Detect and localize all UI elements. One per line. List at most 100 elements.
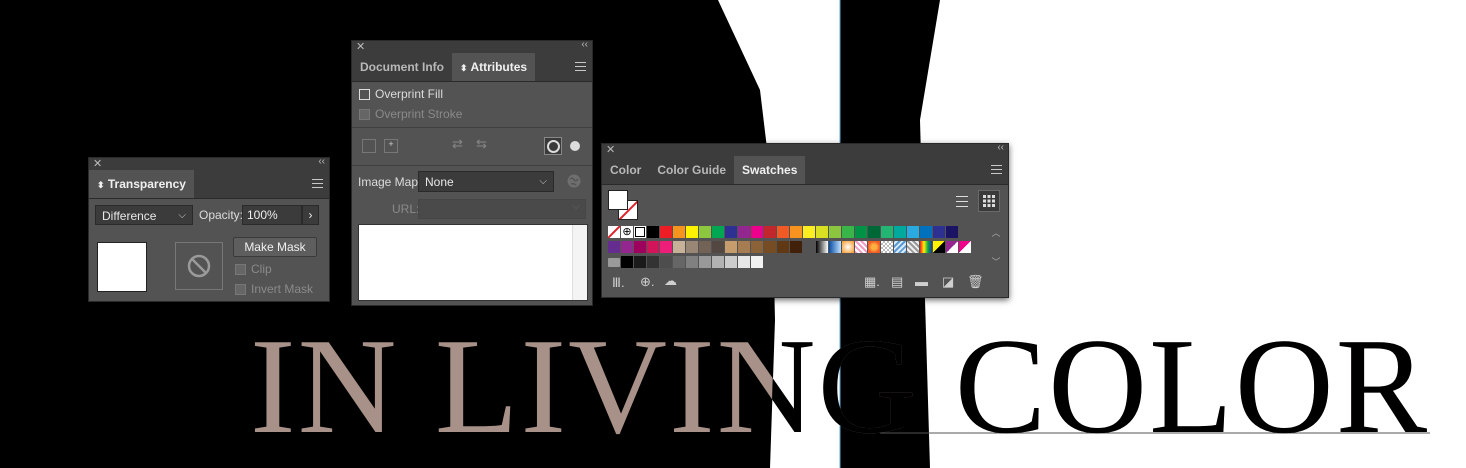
color-swatch[interactable] [868,226,880,238]
notes-scrollbar[interactable] [572,225,587,300]
color-swatch[interactable] [920,226,932,238]
color-swatch[interactable] [894,226,906,238]
tab-attributes[interactable]: ⬍ Attributes [452,53,536,81]
color-swatch[interactable] [725,241,737,253]
color-swatch[interactable] [764,226,776,238]
opacity-input[interactable]: 100% [242,205,302,225]
swatch-none[interactable] [608,226,620,238]
place-swatch-icon[interactable]: ⊕. [640,275,655,288]
close-icon[interactable]: ✕ [356,40,365,53]
tab-color-guide[interactable]: Color Guide [649,156,734,184]
evenodd-fill-icon[interactable] [566,137,584,155]
color-swatch[interactable] [634,256,646,268]
reverse-path-icon[interactable]: ⇄ [452,137,463,150]
color-swatch[interactable] [751,241,763,253]
collapse-icon[interactable]: ‹‹ [581,39,588,50]
color-swatch[interactable] [738,241,750,253]
reverse-path-alt-icon[interactable]: ⇆ [476,137,487,150]
center-on-icon[interactable]: + [384,139,398,153]
tab-transparency[interactable]: ⬍ Transparency [89,170,194,198]
image-map-select[interactable]: None ⌵ [418,171,554,192]
color-swatch[interactable] [855,226,867,238]
tab-color[interactable]: Color [602,156,649,184]
color-swatch[interactable] [673,256,685,268]
color-swatch[interactable] [803,226,815,238]
cloud-icon[interactable]: ☁ [664,274,677,287]
trash-icon[interactable]: 🗑 [967,275,984,288]
url-input[interactable]: ⌵ [418,199,586,219]
close-icon[interactable]: ✕ [93,157,102,170]
tab-document-info[interactable]: Document Info [352,53,452,81]
swatch-pattern-purple[interactable] [946,241,958,253]
color-swatch[interactable] [621,241,633,253]
fill-swatch[interactable] [608,190,628,210]
swatch-kind-icon[interactable]: ▦. [864,275,880,288]
scroll-up-icon[interactable]: ︿ [990,226,1002,239]
collapse-icon[interactable]: ‹‹ [318,156,325,167]
color-swatch[interactable] [751,226,763,238]
panel-menu-icon[interactable] [991,165,1002,177]
overprint-stroke-checkbox[interactable] [359,109,370,120]
notes-textarea[interactable] [358,224,588,301]
swatch-pattern-check[interactable] [881,241,893,253]
make-mask-button[interactable]: Make Mask [233,237,317,257]
invert-mask-checkbox[interactable] [235,284,246,295]
object-thumbnail[interactable] [97,242,147,292]
overprint-fill-checkbox[interactable] [359,89,370,100]
swatch-pattern-orange[interactable] [868,241,880,253]
collapse-icon[interactable]: ‹‹ [997,142,1004,153]
opacity-arrow-button[interactable]: › [302,205,319,225]
color-swatch[interactable] [777,226,789,238]
color-swatch[interactable] [751,256,763,268]
color-swatch[interactable] [738,256,750,268]
color-swatch[interactable] [881,226,893,238]
color-swatch[interactable] [946,226,958,238]
color-swatch[interactable] [777,241,789,253]
swatch-black[interactable] [647,226,659,238]
color-swatch[interactable] [712,241,724,253]
swatch-pattern-grey[interactable] [907,241,919,253]
color-swatch[interactable] [686,256,698,268]
swatch-gradient-bw[interactable] [816,241,828,253]
color-swatch[interactable] [686,241,698,253]
mask-thumbnail[interactable] [175,242,223,290]
color-swatch[interactable] [647,241,659,253]
color-swatch[interactable] [699,241,711,253]
swatch-white[interactable] [634,226,646,238]
color-swatch[interactable] [725,226,737,238]
swatch-pattern-magenta[interactable] [959,241,971,253]
close-icon[interactable]: ✕ [606,143,615,156]
color-swatch[interactable] [608,241,620,253]
color-swatch[interactable] [673,226,685,238]
swatches-scrollbar[interactable]: ︿ ﹀ [990,226,1002,270]
color-swatch[interactable] [829,226,841,238]
swatch-options-icon[interactable]: ▤ [891,275,903,288]
color-swatch[interactable] [647,256,659,268]
swatch-registration[interactable]: ⊕ [621,226,633,238]
color-swatch[interactable] [712,226,724,238]
color-swatch[interactable] [660,226,672,238]
libraries-icon[interactable]: Ⅲ. [612,276,625,289]
swatch-pattern-pink[interactable] [855,241,867,253]
color-swatch[interactable] [686,226,698,238]
swatch-gradient-blue[interactable] [829,241,841,253]
color-swatch[interactable] [933,226,945,238]
color-swatch[interactable] [738,226,750,238]
color-swatch[interactable] [621,256,633,268]
globe-icon[interactable] [566,173,582,189]
color-swatch[interactable] [660,241,672,253]
swatch-pattern-blue[interactable] [894,241,906,253]
panel-menu-icon[interactable] [575,62,586,74]
tab-swatches[interactable]: Swatches [734,156,806,184]
scroll-down-icon[interactable]: ﹀ [990,255,1002,268]
folder-icon[interactable] [608,258,620,267]
color-swatch[interactable] [907,226,919,238]
color-swatch[interactable] [790,226,802,238]
fill-stroke-indicator[interactable] [608,190,638,220]
color-swatch[interactable] [634,241,646,253]
new-swatch-icon[interactable]: ◪ [942,275,954,288]
color-swatch[interactable] [764,241,776,253]
swatch-pattern-yellow[interactable] [933,241,945,253]
color-swatch[interactable] [842,226,854,238]
blend-mode-select[interactable]: Difference ⌵ [95,205,193,225]
